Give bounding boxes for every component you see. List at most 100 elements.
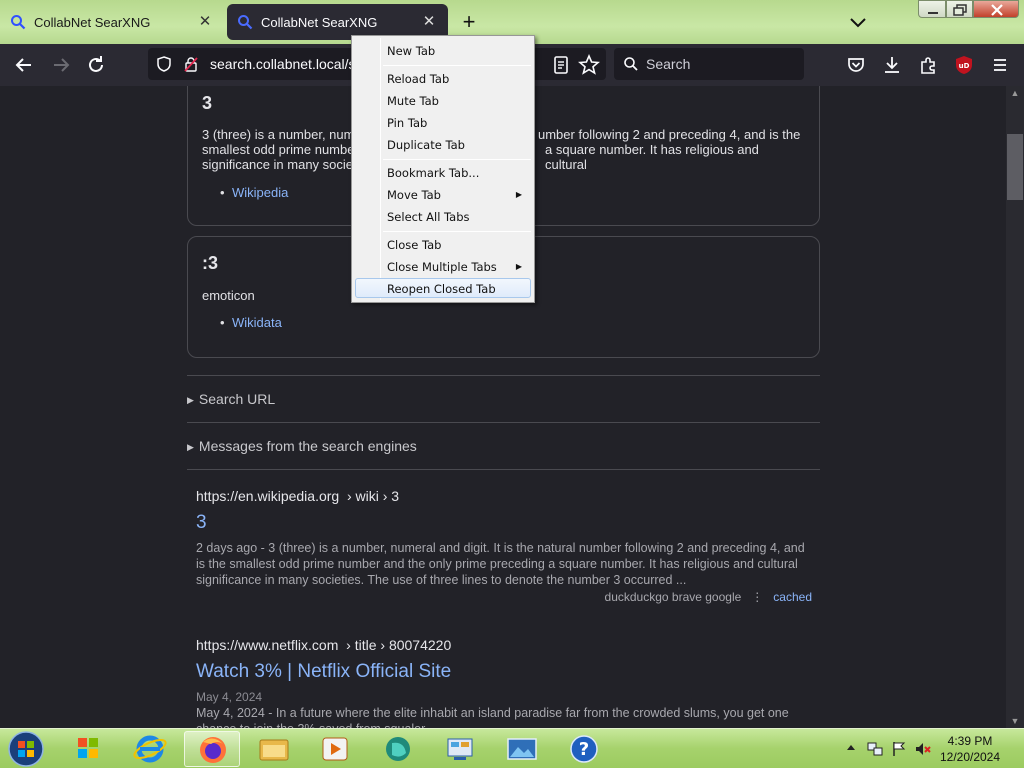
clock[interactable]: 4:39 PM 12/20/2024 xyxy=(934,733,1006,765)
back-arrow-icon[interactable] xyxy=(12,53,36,77)
menu-item-move-tab[interactable]: Move Tab ▶ xyxy=(355,185,531,205)
menu-item-label: Reopen Closed Tab xyxy=(387,282,496,296)
infobox-text-left: smallest odd prime numbe xyxy=(202,142,355,157)
ublock-origin-icon[interactable]: uD xyxy=(952,53,976,77)
menu-item-mute-tab[interactable]: Mute Tab xyxy=(355,91,531,111)
engine-messages-label: Messages from the search engines xyxy=(198,438,417,454)
help-icon: ? xyxy=(570,735,598,763)
submenu-arrow-icon: ▶ xyxy=(515,190,522,199)
menu-item-label: Mute Tab xyxy=(387,94,439,108)
taskbar-file-explorer[interactable] xyxy=(246,731,302,767)
tab-title: CollabNet SearXNG xyxy=(261,14,378,30)
restore-button[interactable] xyxy=(946,0,973,18)
result-engines: duckduckgo brave google ⋮ cached xyxy=(604,590,812,604)
taskbar-firefox[interactable] xyxy=(184,731,240,767)
menu-item-label: Pin Tab xyxy=(387,116,428,130)
search-placeholder: Search xyxy=(646,56,691,72)
menu-item-reload-tab[interactable]: Reload Tab xyxy=(355,69,531,89)
menu-item-pin-tab[interactable]: Pin Tab xyxy=(355,113,531,133)
download-icon[interactable] xyxy=(880,53,904,77)
teal-app-icon xyxy=(386,737,410,761)
menu-item-label: Close Tab xyxy=(387,238,442,252)
search-url-toggle[interactable]: ▶ Search URL xyxy=(187,391,275,407)
search-box[interactable]: Search xyxy=(614,48,804,80)
hamburger-menu-icon[interactable] xyxy=(988,53,1012,77)
taskbar-windows-app[interactable] xyxy=(60,731,116,767)
new-tab-button[interactable]: + xyxy=(456,10,482,36)
result-title-link[interactable]: Watch 3% | Netflix Official Site xyxy=(196,661,451,683)
taskbar-media-player[interactable] xyxy=(308,731,364,767)
svg-text:?: ? xyxy=(579,739,589,760)
menu-item-bookmark-tab[interactable]: Bookmark Tab... xyxy=(355,163,531,183)
menu-item-label: New Tab xyxy=(387,44,436,58)
start-orb-icon[interactable] xyxy=(4,730,48,768)
menu-separator xyxy=(383,231,531,232)
forward-arrow-icon[interactable] xyxy=(49,53,73,77)
close-tab-icon[interactable]: ✕ xyxy=(420,13,438,31)
clock-date: 12/20/2024 xyxy=(939,750,1001,764)
infobox-link-wikipedia[interactable]: Wikipedia xyxy=(220,185,288,200)
volume-muted-icon[interactable] xyxy=(914,740,932,758)
menu-item-label: Close Multiple Tabs xyxy=(387,260,497,274)
infobox-title: :3 xyxy=(202,253,219,273)
menu-item-duplicate-tab[interactable]: Duplicate Tab xyxy=(355,135,531,155)
menu-item-new-tab[interactable]: New Tab xyxy=(355,41,531,61)
menu-item-close-multiple-tabs[interactable]: Close Multiple Tabs ▶ xyxy=(355,257,531,277)
engine-list: duckduckgo brave google xyxy=(604,590,742,604)
bookmark-star-icon[interactable] xyxy=(577,53,601,77)
result-title-link[interactable]: 3 xyxy=(196,512,207,534)
submenu-arrow-icon: ▶ xyxy=(515,262,522,271)
restore-icon xyxy=(953,4,967,16)
result-url[interactable]: https://www.netflix.com › title › 800742… xyxy=(196,637,451,653)
menu-item-close-tab[interactable]: Close Tab xyxy=(355,235,531,255)
taskbar-internet-explorer[interactable] xyxy=(122,731,178,767)
action-center-flag-icon[interactable] xyxy=(890,740,908,758)
divider xyxy=(187,422,820,423)
page-scrollbar[interactable]: ▲ ▼ xyxy=(1006,86,1024,728)
result-url[interactable]: https://en.wikipedia.org › wiki › 3 xyxy=(196,488,399,504)
menu-item-label: Duplicate Tab xyxy=(387,138,465,152)
close-tab-icon[interactable]: ✕ xyxy=(196,13,214,31)
search-result: https://en.wikipedia.org › wiki › 3 3 2 … xyxy=(196,488,816,608)
disclosure-triangle-icon: ▶ xyxy=(187,395,194,405)
folder-icon xyxy=(259,739,289,761)
cached-link[interactable]: cached xyxy=(773,590,812,604)
scrollbar-thumb[interactable] xyxy=(1007,134,1023,200)
reload-icon[interactable] xyxy=(84,53,108,77)
search-favicon-icon xyxy=(238,15,253,30)
tab-collabnet-1[interactable]: CollabNet SearXNG ✕ xyxy=(0,4,224,40)
infobox-text-right: umber following 2 and preceding 4, and i… xyxy=(538,127,801,142)
scroll-down-arrow-icon[interactable]: ▼ xyxy=(1010,716,1020,726)
result-url-host: https://en.wikipedia.org xyxy=(196,488,340,504)
pocket-icon[interactable] xyxy=(844,53,868,77)
menu-separator xyxy=(383,159,531,160)
menu-item-label: Bookmark Tab... xyxy=(387,166,480,180)
taskbar-app[interactable] xyxy=(370,731,426,767)
menu-item-reopen-closed-tab[interactable]: Reopen Closed Tab xyxy=(355,278,531,298)
engine-messages-toggle[interactable]: ▶ Messages from the search engines xyxy=(187,438,417,454)
infobox-text-left: 3 (three) is a number, num xyxy=(202,127,355,142)
lock-insecure-icon[interactable] xyxy=(183,56,199,72)
taskbar-help[interactable]: ? xyxy=(556,731,612,767)
firefox-icon xyxy=(200,737,226,763)
infobox-link-wikidata[interactable]: Wikidata xyxy=(220,315,282,330)
reader-view-icon[interactable] xyxy=(549,53,573,77)
result-url-path: › wiki › 3 xyxy=(346,488,400,504)
media-player-icon xyxy=(322,737,348,761)
menu-separator xyxy=(383,65,531,66)
chevron-down-icon[interactable] xyxy=(846,10,870,34)
menu-item-label: Reload Tab xyxy=(387,72,450,86)
show-hidden-icons-arrow-icon[interactable] xyxy=(846,743,856,753)
menu-item-label: Move Tab xyxy=(387,188,441,202)
close-window-button[interactable] xyxy=(973,0,1019,18)
windows-flag-icon xyxy=(78,738,98,758)
minimize-button[interactable] xyxy=(918,0,946,18)
taskbar-network-app[interactable] xyxy=(432,731,488,767)
result-description: 2 days ago - 3 (three) is a number, nume… xyxy=(196,541,805,587)
shield-icon[interactable] xyxy=(156,56,172,72)
taskbar-photo-viewer[interactable] xyxy=(494,731,550,767)
extensions-puzzle-icon[interactable] xyxy=(916,53,940,77)
scroll-up-arrow-icon[interactable]: ▲ xyxy=(1010,88,1020,98)
menu-item-select-all-tabs[interactable]: Select All Tabs xyxy=(355,207,531,227)
network-icon[interactable] xyxy=(866,740,884,758)
